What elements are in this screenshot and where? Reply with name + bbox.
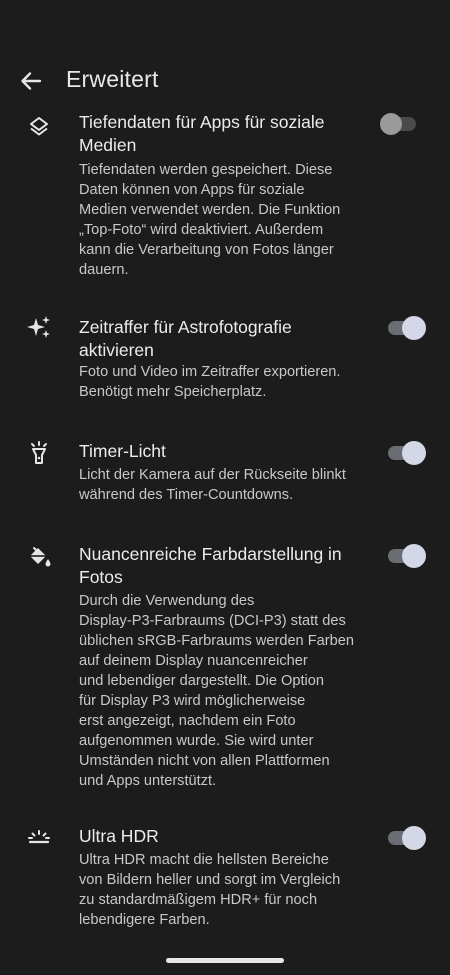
setting-title: Tiefendaten für Apps für soziale Medien — [79, 112, 325, 155]
setting-title: Ultra HDR — [79, 826, 159, 846]
depth-data-toggle[interactable] — [380, 111, 420, 137]
top-app-bar: Erweitert — [0, 56, 450, 104]
layers-icon — [26, 114, 52, 140]
gesture-navigation-bar[interactable] — [166, 958, 284, 963]
toggle-thumb — [402, 441, 426, 465]
toggle-thumb — [402, 826, 426, 850]
back-button[interactable] — [14, 64, 48, 98]
setting-title: Timer-Licht — [79, 441, 166, 461]
setting-description: Foto und Video im Zeitraffer exportieren… — [79, 364, 341, 400]
astro-timelapse-toggle[interactable] — [388, 315, 426, 341]
timer-light-toggle[interactable] — [388, 440, 426, 466]
flashlight-icon — [26, 440, 52, 466]
setting-title: Zeitraffer für Astrofotografie aktiviere… — [79, 317, 292, 360]
sparkle-icon — [26, 314, 52, 340]
arrow-back-icon — [21, 72, 42, 90]
ultra-hdr-toggle[interactable] — [388, 825, 426, 851]
page-title: Erweitert — [66, 66, 159, 92]
paint-bucket-icon — [26, 543, 52, 569]
rich-colors-toggle[interactable] — [388, 543, 426, 569]
setting-description: Licht der Kamera auf der Rückseite blink… — [79, 467, 346, 503]
setting-description: Tiefendaten werden gespeichert. Diese Da… — [79, 162, 341, 278]
setting-description: Ultra HDR macht die hellsten Bereiche vo… — [79, 852, 341, 928]
advanced-settings-screen: Erweitert Tiefendaten für Apps für sozia… — [0, 0, 450, 975]
hdr-sunrise-icon — [26, 825, 52, 851]
toggle-thumb — [380, 113, 402, 135]
setting-description: Durch die Verwendung des Display-P3-Farb… — [79, 593, 354, 789]
setting-title: Nuancenreiche Farbdarstellung in Fotos — [79, 544, 342, 587]
toggle-thumb — [402, 316, 426, 340]
toggle-thumb — [402, 544, 426, 568]
